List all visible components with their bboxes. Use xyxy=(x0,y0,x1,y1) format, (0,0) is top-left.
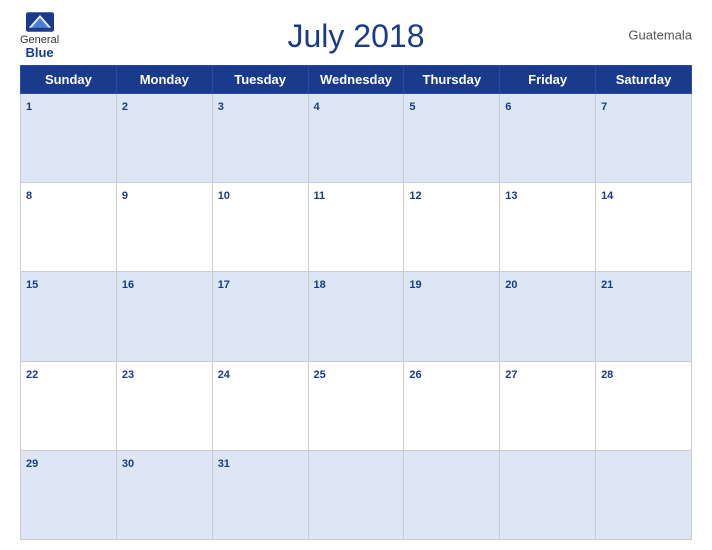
calendar-day: 8 xyxy=(21,183,117,272)
logo: General Blue xyxy=(20,12,59,60)
day-number: 14 xyxy=(601,190,613,202)
calendar-day: 5 xyxy=(404,94,500,183)
calendar-day: 21 xyxy=(596,272,692,361)
header-friday: Friday xyxy=(500,66,596,94)
calendar-day: 27 xyxy=(500,361,596,450)
calendar-day: 23 xyxy=(116,361,212,450)
calendar-day: 12 xyxy=(404,183,500,272)
calendar-day: 1 xyxy=(21,94,117,183)
day-number: 7 xyxy=(601,101,607,113)
day-number: 5 xyxy=(409,101,415,113)
calendar-body: 1234567891011121314151617181920212223242… xyxy=(21,94,692,540)
day-number: 19 xyxy=(409,279,421,291)
calendar-day: 29 xyxy=(21,450,117,539)
calendar-week-4: 22 23 24 25 26 27 28 xyxy=(21,361,692,450)
header-wednesday: Wednesday xyxy=(308,66,404,94)
day-number: 25 xyxy=(314,369,326,381)
calendar-day: 13 xyxy=(500,183,596,272)
calendar-day: 30 xyxy=(116,450,212,539)
calendar-day: 22 xyxy=(21,361,117,450)
header-monday: Monday xyxy=(116,66,212,94)
calendar-day: 3 xyxy=(212,94,308,183)
day-number: 17 xyxy=(218,279,230,291)
day-number: 20 xyxy=(505,279,517,291)
day-number: 31 xyxy=(218,458,230,470)
country-label: Guatemala xyxy=(628,27,692,42)
calendar-day: 18 xyxy=(308,272,404,361)
title-block: July 2018 xyxy=(288,18,425,55)
header-sunday: Sunday xyxy=(21,66,117,94)
day-number: 16 xyxy=(122,279,134,291)
day-number: 28 xyxy=(601,369,613,381)
day-number: 21 xyxy=(601,279,613,291)
calendar-day: 4 xyxy=(308,94,404,183)
day-number: 6 xyxy=(505,101,511,113)
day-number: 15 xyxy=(26,279,38,291)
calendar-week-1: 1 2 3 4 5 6 7 xyxy=(21,94,692,183)
day-number: 11 xyxy=(314,190,326,202)
day-number: 1 xyxy=(26,101,32,113)
weekday-header-row: Sunday Monday Tuesday Wednesday Thursday… xyxy=(21,66,692,94)
calendar-day: 6 xyxy=(500,94,596,183)
day-number: 22 xyxy=(26,369,38,381)
calendar-title: July 2018 xyxy=(288,18,425,54)
calendar-day: 11 xyxy=(308,183,404,272)
header-saturday: Saturday xyxy=(596,66,692,94)
calendar-day xyxy=(596,450,692,539)
day-number: 27 xyxy=(505,369,517,381)
calendar-week-3: 15 16 17 18 19 20 21 xyxy=(21,272,692,361)
calendar-day xyxy=(500,450,596,539)
day-number: 24 xyxy=(218,369,230,381)
calendar-week-5: 29 30 31 xyxy=(21,450,692,539)
day-number: 10 xyxy=(218,190,230,202)
day-number: 26 xyxy=(409,369,421,381)
day-number: 13 xyxy=(505,190,517,202)
day-number: 18 xyxy=(314,279,326,291)
day-number: 8 xyxy=(26,190,32,202)
calendar-table: Sunday Monday Tuesday Wednesday Thursday… xyxy=(20,65,692,540)
calendar-day: 25 xyxy=(308,361,404,450)
calendar-day: 16 xyxy=(116,272,212,361)
calendar-day: 17 xyxy=(212,272,308,361)
calendar-week-2: 8 9 10 11 12 13 14 xyxy=(21,183,692,272)
calendar-day: 9 xyxy=(116,183,212,272)
day-number: 29 xyxy=(26,458,38,470)
calendar-header-row: Sunday Monday Tuesday Wednesday Thursday… xyxy=(21,66,692,94)
calendar-day: 19 xyxy=(404,272,500,361)
calendar-day: 24 xyxy=(212,361,308,450)
day-number: 3 xyxy=(218,101,224,113)
header-thursday: Thursday xyxy=(404,66,500,94)
calendar-header: General Blue July 2018 Guatemala xyxy=(20,10,692,59)
day-number: 4 xyxy=(314,101,320,113)
calendar-day: 31 xyxy=(212,450,308,539)
calendar-day: 15 xyxy=(21,272,117,361)
day-number: 9 xyxy=(122,190,128,202)
calendar-day: 7 xyxy=(596,94,692,183)
logo-icon xyxy=(26,12,54,32)
day-number: 23 xyxy=(122,369,134,381)
calendar-day: 28 xyxy=(596,361,692,450)
day-number: 12 xyxy=(409,190,421,202)
day-number: 30 xyxy=(122,458,134,470)
calendar-day: 14 xyxy=(596,183,692,272)
calendar-day: 20 xyxy=(500,272,596,361)
day-number: 2 xyxy=(122,101,128,113)
logo-blue-text: Blue xyxy=(25,46,53,60)
calendar-day: 10 xyxy=(212,183,308,272)
header-tuesday: Tuesday xyxy=(212,66,308,94)
calendar-day xyxy=(308,450,404,539)
calendar-day: 26 xyxy=(404,361,500,450)
calendar-day xyxy=(404,450,500,539)
calendar-day: 2 xyxy=(116,94,212,183)
